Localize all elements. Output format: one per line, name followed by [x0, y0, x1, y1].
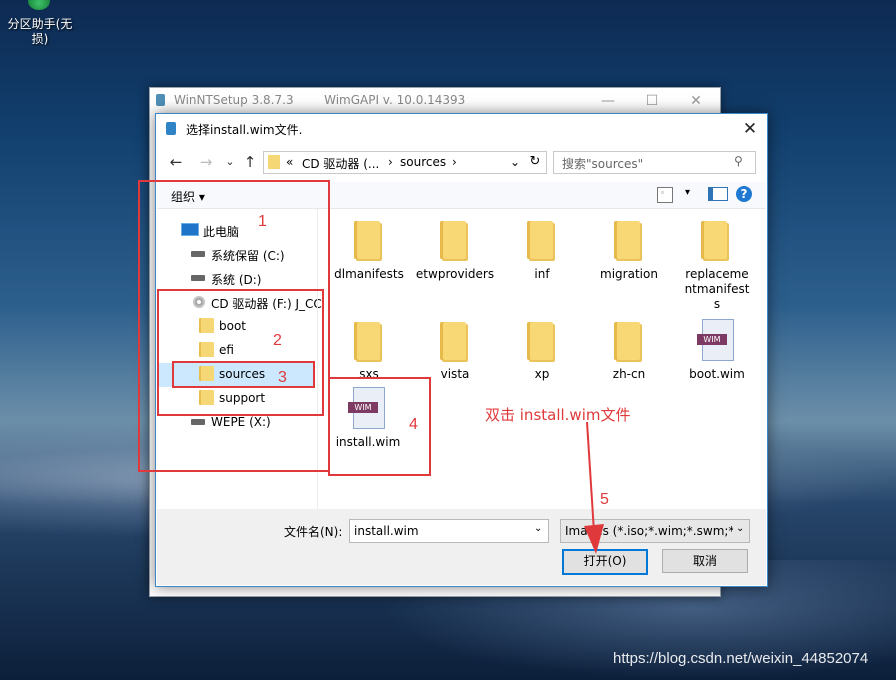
back-arrow-icon[interactable]: ← — [166, 152, 186, 172]
filename-dropdown-icon[interactable]: ⌄ — [534, 523, 542, 534]
breadcrumb-separator-icon: › — [388, 155, 393, 169]
close-button[interactable]: ✕ — [674, 88, 718, 114]
breadcrumb-separator-icon: › — [452, 155, 457, 169]
annotation-arrow-icon — [584, 421, 604, 554]
watermark: https://blog.csdn.net/weixin_44852074 — [613, 650, 869, 667]
breadcrumb-cd-drive[interactable]: CD 驱动器 (... — [302, 155, 379, 172]
annotation-number-1: 1 — [258, 213, 267, 230]
breadcrumb-sources[interactable]: sources — [400, 155, 446, 169]
folder-icon — [614, 322, 640, 360]
file-item-dlmanifests[interactable]: dlmanifests — [329, 267, 409, 282]
minimize-button[interactable]: — — [586, 88, 630, 114]
recent-locations-icon[interactable]: ⌄ — [220, 152, 240, 172]
wim-file-icon: WIM — [697, 319, 734, 361]
dialog-title: 选择install.wim文件. — [186, 123, 303, 137]
annotation-number-3: 3 — [278, 369, 287, 386]
up-arrow-icon[interactable]: ↑ — [240, 152, 260, 172]
file-type-dropdown-icon[interactable]: ⌄ — [736, 523, 744, 534]
file-item-zh-cn[interactable]: zh-cn — [589, 367, 669, 382]
file-item-inf[interactable]: inf — [502, 267, 582, 282]
help-icon[interactable]: ? — [736, 186, 752, 202]
address-dropdown-icon[interactable]: ⌄ — [510, 155, 520, 169]
address-bar[interactable]: « CD 驱动器 (... › sources › ⌄ ↻ — [263, 151, 547, 174]
forward-arrow-icon[interactable]: → — [196, 152, 216, 172]
search-icon[interactable]: ⚲ — [734, 154, 743, 168]
cancel-button[interactable]: 取消 — [662, 549, 748, 573]
address-folder-icon — [268, 155, 280, 169]
winntsetup-logo-icon — [156, 94, 165, 106]
file-item-boot-wim[interactable]: boot.wim — [677, 367, 757, 382]
file-item-etwproviders[interactable]: etwproviders — [415, 267, 495, 282]
dialog-app-icon — [166, 122, 176, 135]
maximize-button[interactable]: ☐ — [630, 88, 674, 114]
refresh-icon[interactable]: ↻ — [526, 152, 544, 173]
filename-label: 文件名(N): — [284, 525, 343, 539]
folder-icon — [354, 221, 380, 259]
folder-icon — [527, 221, 553, 259]
winntsetup-title: WinNTSetup 3.8.7.3 WimGAPI v. 10.0.14393 — [174, 93, 466, 107]
dialog-close-button[interactable]: ✕ — [736, 116, 764, 142]
search-input[interactable]: 搜索"sources" ⚲ — [553, 151, 756, 174]
folder-icon — [614, 221, 640, 259]
file-item-migration[interactable]: migration — [589, 267, 669, 282]
search-placeholder: 搜索"sources" — [562, 157, 644, 171]
partition-assistant-icon[interactable] — [28, 0, 50, 10]
change-view-icon[interactable] — [657, 187, 673, 203]
folder-icon — [527, 322, 553, 360]
annotation-box-cd-drive — [157, 289, 324, 416]
annotation-number-4: 4 — [409, 416, 418, 433]
wim-badge: WIM — [697, 334, 727, 345]
folder-icon — [701, 221, 727, 259]
preview-pane-icon[interactable] — [708, 187, 728, 201]
folder-icon — [354, 322, 380, 360]
file-item-replacementmanifests[interactable]: replacementmanifests — [682, 267, 752, 312]
address-overflow-icon[interactable]: « — [286, 155, 293, 169]
folder-icon — [440, 221, 466, 259]
filename-value: install.wim — [354, 524, 419, 538]
annotation-number-2: 2 — [273, 332, 282, 349]
file-item-xp[interactable]: xp — [502, 367, 582, 382]
view-dropdown-icon[interactable]: ▾ — [685, 187, 690, 198]
desktop-icon-label[interactable]: 分区助手(无损) — [2, 17, 78, 47]
annotation-box-sources — [172, 361, 315, 388]
folder-icon — [440, 322, 466, 360]
filename-input[interactable]: install.wim ⌄ — [349, 519, 549, 543]
